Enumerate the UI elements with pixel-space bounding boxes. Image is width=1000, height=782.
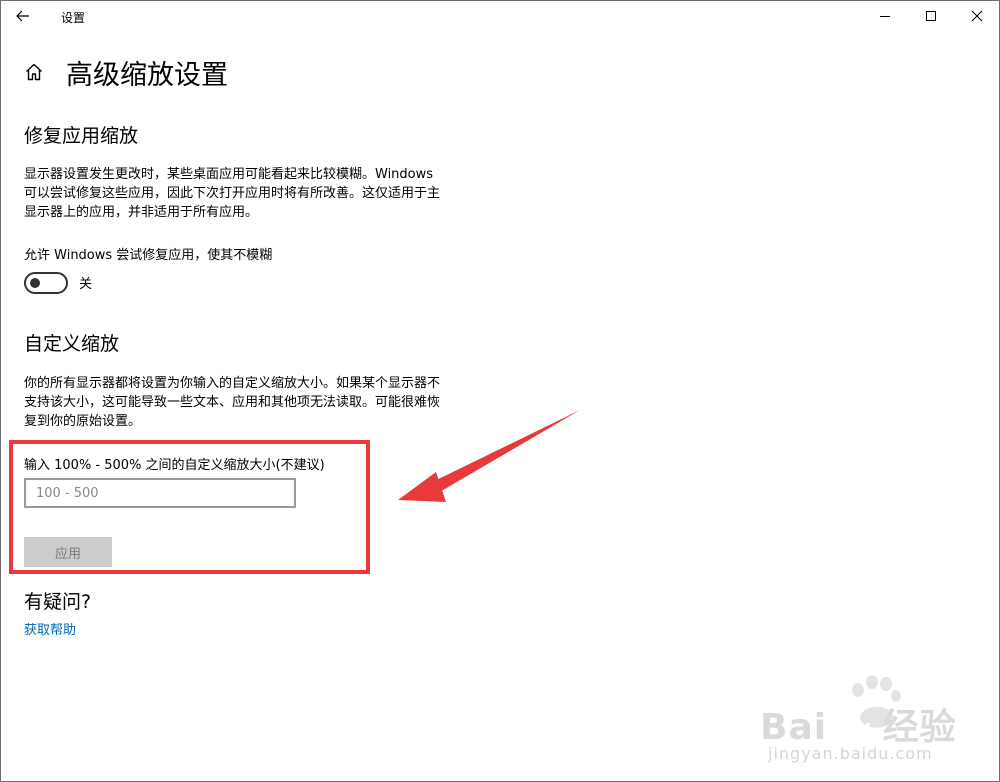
fix-scaling-line: 显示器设置发生更改时，某些桌面应用可能看起来比较模糊。Windows <box>24 167 434 182</box>
back-button[interactable] <box>10 5 36 27</box>
maximize-button[interactable] <box>908 0 954 32</box>
title-bar: 设置 <box>0 0 1000 33</box>
apply-button[interactable]: 应用 <box>24 537 112 567</box>
custom-scale-input-label: 输入 100% - 500% 之间的自定义缩放大小(不建议) <box>24 458 325 473</box>
fix-apps-toggle[interactable] <box>24 272 68 294</box>
custom-scale-input[interactable] <box>24 478 296 508</box>
back-arrow-icon <box>16 10 29 22</box>
home-icon <box>26 63 42 81</box>
minimize-icon <box>880 16 890 17</box>
page-title: 高级缩放设置 <box>66 60 228 91</box>
get-help-link[interactable]: 获取帮助 <box>24 619 76 638</box>
minimize-button[interactable] <box>862 0 908 32</box>
maximize-icon <box>926 11 936 21</box>
fix-scaling-description: 显示器设置发生更改时，某些桌面应用可能看起来比较模糊。Windows 可以尝试修… <box>24 165 464 222</box>
custom-scaling-line: 支持该大小，这可能导致一些文本、应用和其他项无法读取。可能很难恢 <box>24 395 441 410</box>
custom-scaling-description: 你的所有显示器都将设置为你输入的自定义缩放大小。如果某个显示器不 支持该大小，这… <box>24 374 464 431</box>
home-button[interactable] <box>24 62 44 82</box>
fix-scaling-line: 可以尝试修复这些应用，因此下次打开应用时将有所改善。这仅适用于主 <box>24 186 441 201</box>
close-icon <box>971 10 983 22</box>
fix-apps-toggle-label: 允许 Windows 尝试修复应用，使其不模糊 <box>24 248 273 263</box>
fix-scaling-line: 显示器上的应用，并非适用于所有应用。 <box>24 205 259 220</box>
toggle-knob <box>30 278 40 288</box>
custom-scaling-heading: 自定义缩放 <box>24 333 120 355</box>
custom-scaling-line: 你的所有显示器都将设置为你输入的自定义缩放大小。如果某个显示器不 <box>24 376 441 391</box>
toggle-state-text: 关 <box>79 277 93 292</box>
close-button[interactable] <box>954 0 1000 32</box>
fix-scaling-heading: 修复应用缩放 <box>24 125 139 147</box>
window-title: 设置 <box>61 11 86 25</box>
custom-scaling-line: 复到你的原始设置。 <box>24 414 142 429</box>
help-heading: 有疑问? <box>24 591 92 613</box>
